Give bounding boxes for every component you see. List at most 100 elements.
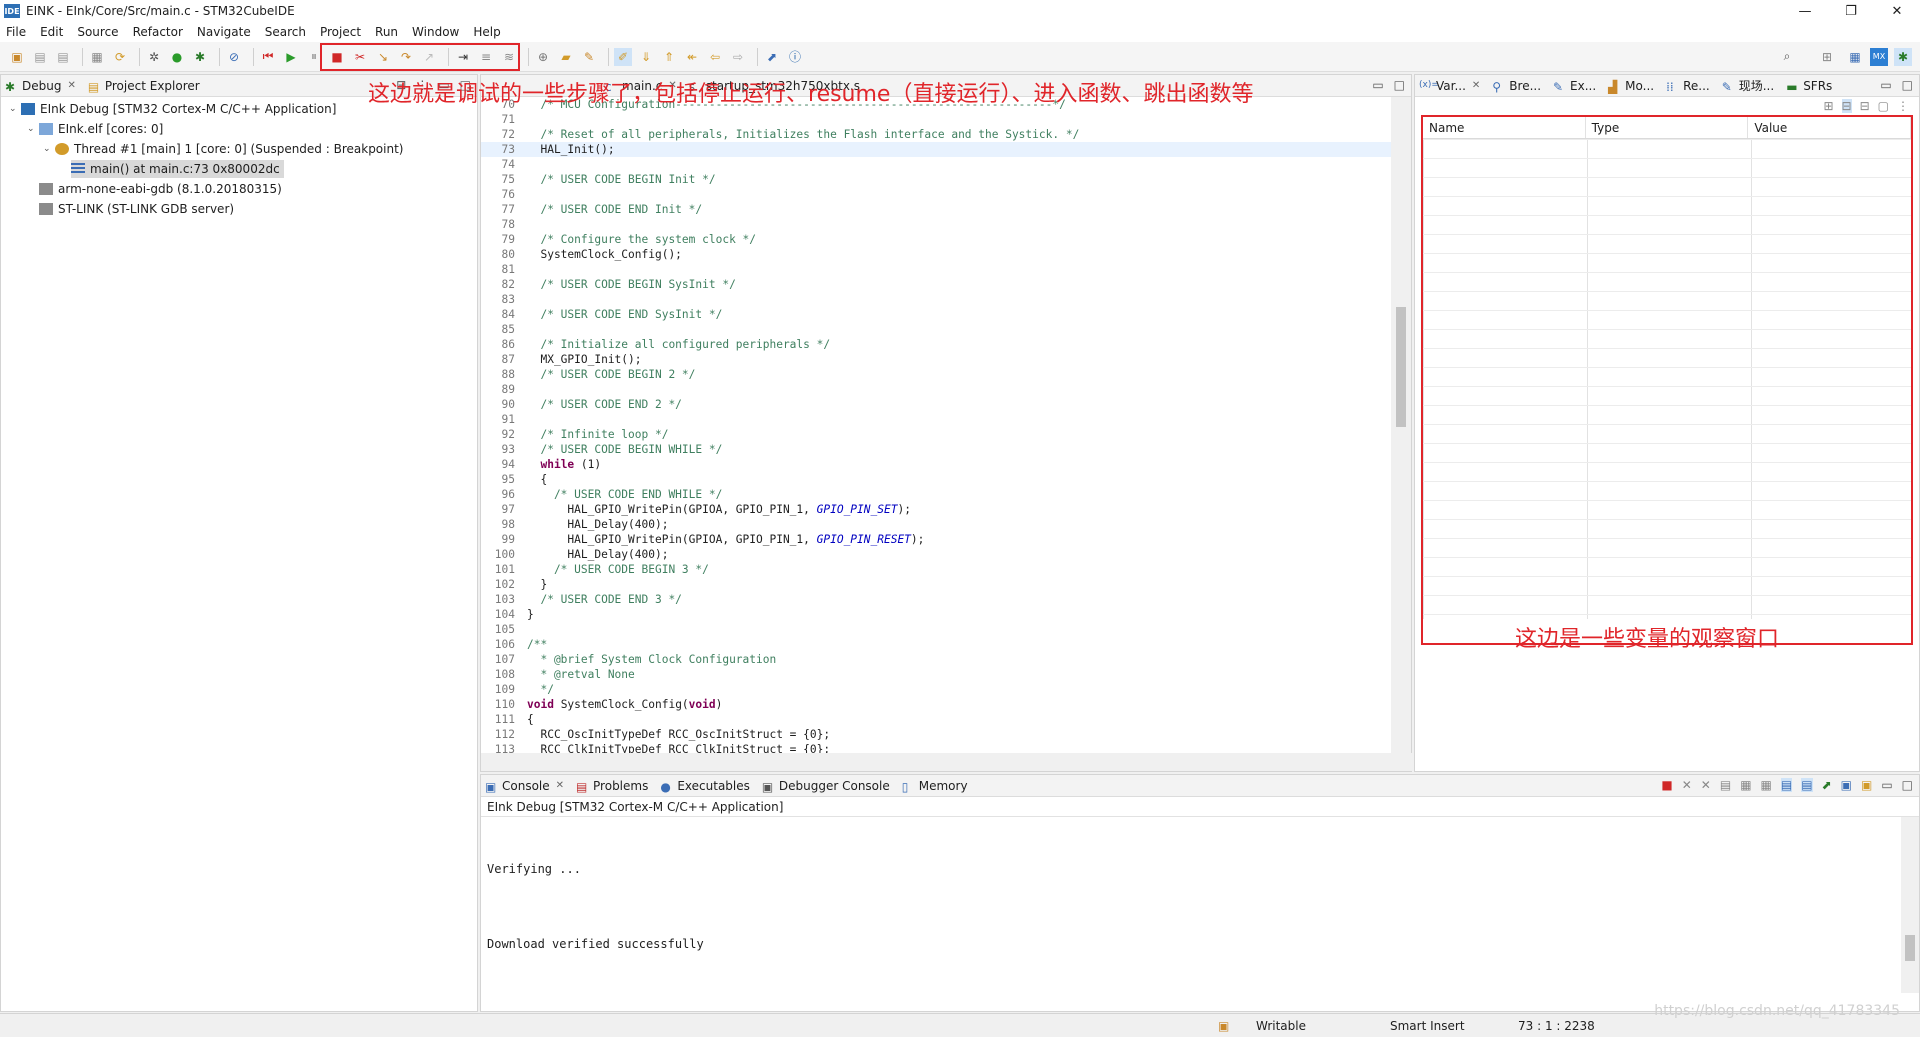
code-line[interactable]: 77 /* USER CODE END Init */ (481, 202, 1391, 217)
console-vertical-scrollbar[interactable] (1901, 817, 1919, 993)
tree-item-process[interactable]: ⌄ EInk.elf [cores: 0] (1, 119, 477, 139)
menu-search[interactable]: Search (265, 25, 306, 39)
type-names-icon[interactable]: ⊞ (1823, 99, 1833, 113)
maximize-view-icon[interactable]: □ (1902, 778, 1913, 792)
maximize-view-icon[interactable]: □ (1394, 78, 1405, 92)
show-on-error-icon[interactable]: ▤ (1801, 778, 1813, 792)
code-line[interactable]: 87 MX_GPIO_Init(); (481, 352, 1391, 367)
code-line[interactable]: 81 (481, 262, 1391, 277)
code-line[interactable]: 86 /* Initialize all configured peripher… (481, 337, 1391, 352)
console-output[interactable]: Verifying ... Download verified successf… (487, 847, 704, 952)
print-icon[interactable]: ▦ (88, 48, 106, 66)
next-annotation-icon[interactable]: ⇓ (637, 48, 655, 66)
code-line[interactable]: 79 /* Configure the system clock */ (481, 232, 1391, 247)
last-edit-icon[interactable]: ↞ (683, 48, 701, 66)
close-icon[interactable]: ✕ (556, 780, 564, 791)
code-line[interactable]: 104} (481, 607, 1391, 622)
open-perspective-icon[interactable]: ⊞ (1818, 48, 1836, 66)
code-line[interactable]: 74 (481, 157, 1391, 172)
toggle-mark-occurrences-icon[interactable]: ✐ (614, 47, 632, 66)
close-icon[interactable]: ✕ (67, 80, 75, 91)
scrollbar-thumb[interactable] (1396, 307, 1406, 427)
debug-perspective-icon[interactable]: ✱ (1894, 47, 1912, 66)
code-line[interactable]: 94 while (1) (481, 457, 1391, 472)
close-button[interactable]: ✕ (1874, 0, 1920, 22)
tab-modules[interactable]: ▟ Mo... (1608, 79, 1654, 94)
column-value[interactable]: Value (1748, 117, 1911, 138)
expand-arrow-icon[interactable]: ⌄ (27, 124, 39, 134)
tab-project-explorer[interactable]: ▤ Project Explorer (88, 79, 200, 94)
close-icon[interactable]: ✕ (1472, 80, 1480, 91)
build-icon[interactable]: ✲ (145, 48, 163, 66)
scrollbar-thumb[interactable] (1905, 935, 1915, 961)
forward-icon[interactable]: ⇨ (729, 48, 747, 66)
resume-icon[interactable]: ▶ (282, 48, 300, 66)
expand-arrow-icon[interactable]: ⌄ (43, 144, 55, 154)
tab-debug[interactable]: ✱ Debug ✕ (5, 79, 76, 94)
clear-console-icon[interactable]: ▤ (1720, 778, 1731, 792)
scroll-lock-icon[interactable]: ▦ (1740, 778, 1751, 792)
code-line[interactable]: 78 (481, 217, 1391, 232)
tab-console[interactable]: ▣ Console ✕ (485, 779, 564, 794)
editor-vertical-scrollbar[interactable] (1391, 97, 1411, 753)
code-line[interactable]: 99 HAL_GPIO_WritePin(GPIOA, GPIO_PIN_1, … (481, 532, 1391, 547)
editor-horizontal-scrollbar[interactable] (481, 753, 1413, 771)
maximize-button[interactable]: ❐ (1828, 0, 1874, 22)
minimize-view-icon[interactable]: ▭ (1881, 778, 1892, 792)
search-tool-icon[interactable]: ✎ (580, 48, 598, 66)
open-folder-icon[interactable]: ▰ (557, 48, 575, 66)
remove-all-icon[interactable]: ✕ (1701, 778, 1711, 792)
tab-sfrs[interactable]: ▬ SFRs (1786, 79, 1832, 94)
column-name[interactable]: Name (1423, 117, 1586, 138)
save-all-icon[interactable]: ▤ (54, 48, 72, 66)
collapse-all-icon[interactable]: ⊟ (1860, 99, 1870, 113)
tab-variables[interactable]: (x)= Var... ✕ (1419, 79, 1480, 93)
code-line[interactable]: 80 SystemClock_Config(); (481, 247, 1391, 262)
new-icon[interactable]: ▣ (8, 48, 26, 66)
tab-registers[interactable]: ⁞⁞ Re... (1666, 79, 1710, 94)
menu-navigate[interactable]: Navigate (197, 25, 251, 39)
cpp-perspective-icon[interactable]: ▦ (1846, 48, 1864, 66)
minimize-view-icon[interactable]: ▭ (1880, 78, 1891, 92)
menu-file[interactable]: File (6, 25, 26, 39)
code-line[interactable]: 84 /* USER CODE END SysInit */ (481, 307, 1391, 322)
menu-help[interactable]: Help (473, 25, 500, 39)
code-line[interactable]: 91 (481, 412, 1391, 427)
display-console-icon[interactable]: ▣ (1841, 778, 1852, 792)
tree-item-stlink[interactable]: ST-LINK (ST-LINK GDB server) (1, 199, 477, 219)
view-menu-icon[interactable]: ⋮ (1897, 99, 1909, 113)
code-line[interactable]: 97 HAL_GPIO_WritePin(GPIOA, GPIO_PIN_1, … (481, 502, 1391, 517)
code-line[interactable]: 90 /* USER CODE END 2 */ (481, 397, 1391, 412)
restart-icon[interactable]: ⏮ (259, 48, 277, 66)
refresh-icon[interactable]: ⟳ (111, 48, 129, 66)
code-line[interactable]: 98 HAL_Delay(400); (481, 517, 1391, 532)
code-line[interactable]: 102 } (481, 577, 1391, 592)
external-tools-icon[interactable]: ⬈ (763, 48, 781, 66)
skip-breakpoints-icon[interactable]: ⊘ (225, 48, 243, 66)
remove-launch-icon[interactable]: ✕ (1682, 778, 1692, 792)
code-line[interactable]: 108 * @retval None (481, 667, 1391, 682)
tree-item-stack-frame[interactable]: main() at main.c:73 0x80002dc (1, 159, 477, 179)
menu-refactor[interactable]: Refactor (133, 25, 183, 39)
menu-window[interactable]: Window (412, 25, 459, 39)
open-type-icon[interactable]: ⊕ (534, 48, 552, 66)
code-line[interactable]: 105 (481, 622, 1391, 637)
debug-icon[interactable]: ✱ (191, 48, 209, 66)
code-line[interactable]: 101 /* USER CODE BEGIN 3 */ (481, 562, 1391, 577)
code-line[interactable]: 111 { (481, 712, 1391, 727)
tab-expressions[interactable]: ✎ Ex... (1553, 79, 1596, 94)
code-line[interactable]: 75 /* USER CODE BEGIN Init */ (481, 172, 1391, 187)
menu-source[interactable]: Source (77, 25, 118, 39)
tree-item-thread[interactable]: ⌄ Thread #1 [main] 1 [core: 0] (Suspende… (1, 139, 477, 159)
run-icon[interactable]: ● (168, 48, 186, 66)
pin-console-icon[interactable]: ⬈ (1822, 778, 1832, 792)
code-line[interactable]: 92 /* Infinite loop */ (481, 427, 1391, 442)
prev-annotation-icon[interactable]: ⇑ (660, 48, 678, 66)
code-line[interactable]: 107 * @brief System Clock Configuration (481, 652, 1391, 667)
code-line[interactable]: 85 (481, 322, 1391, 337)
code-line[interactable]: 113 RCC_ClkInitTypeDef RCC_ClkInitStruct… (481, 742, 1391, 753)
tab-executables[interactable]: ● Executables (660, 779, 750, 794)
column-type[interactable]: Type (1586, 117, 1749, 138)
code-line[interactable]: 110 void SystemClock_Config(void) (481, 697, 1391, 712)
expand-arrow-icon[interactable]: ⌄ (9, 104, 21, 114)
